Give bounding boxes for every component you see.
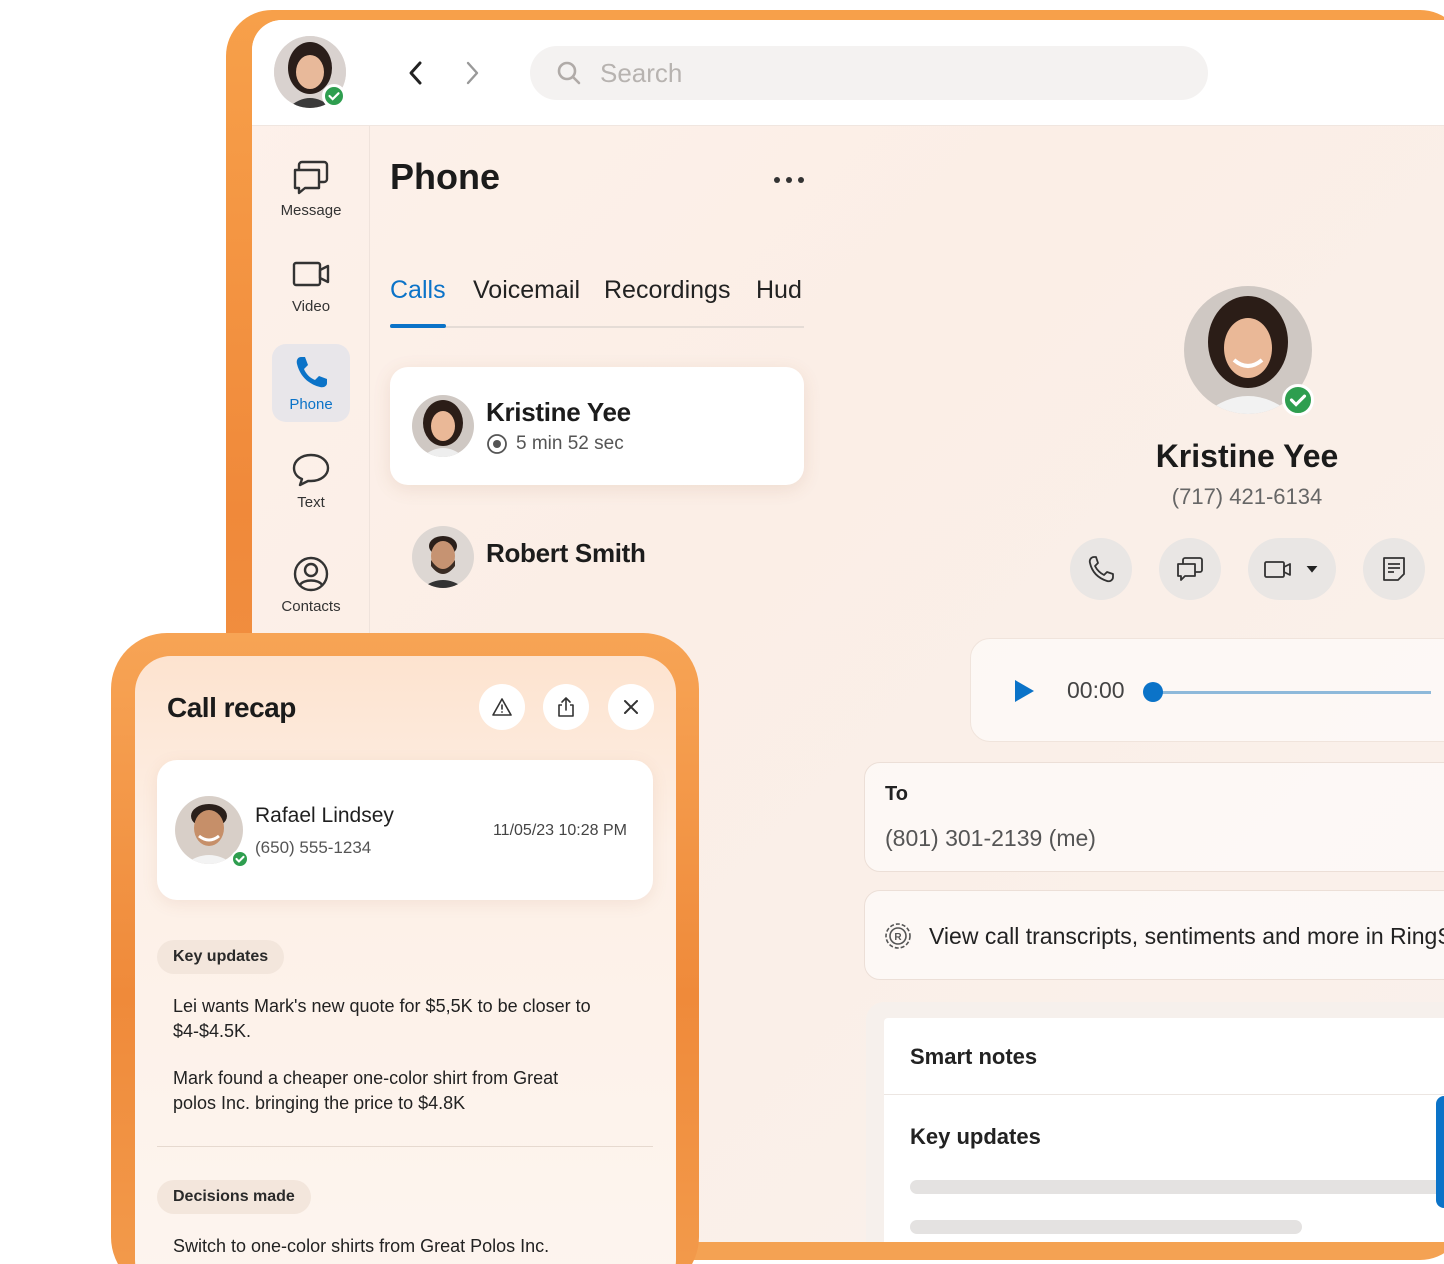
message-icon	[1177, 557, 1203, 581]
sidebar-item-label: Message	[280, 201, 342, 219]
divider	[884, 1094, 1444, 1095]
forward-arrow-icon[interactable]	[460, 58, 484, 88]
playback-thumb[interactable]	[1143, 682, 1163, 702]
call-list-item-selected[interactable]: Kristine Yee 5 min 52 sec	[390, 367, 804, 485]
user-online-status	[322, 84, 346, 108]
report-button[interactable]	[479, 684, 525, 730]
warning-icon	[492, 698, 512, 716]
tab-hud[interactable]: Hud	[756, 272, 802, 326]
phone-outline-icon	[1088, 556, 1114, 583]
decisions-badge: Decisions made	[157, 1180, 311, 1214]
call-recap-panel: Call recap Rafael Lindsey (650) 555-1234…	[135, 656, 676, 1264]
sidebar-item-contacts[interactable]: Contacts	[272, 546, 350, 624]
caller-avatar	[412, 526, 474, 588]
key-updates-badge: Key updates	[157, 940, 285, 974]
video-icon	[1264, 561, 1291, 578]
contact-name: Kristine Yee	[1155, 438, 1339, 474]
loading-placeholder-line	[910, 1180, 1444, 1194]
video-icon	[292, 261, 330, 286]
contacts-icon	[293, 556, 329, 591]
recap-call-datetime: 11/05/23 10:28 PM	[492, 822, 627, 839]
smart-notes-title: Smart notes	[910, 1044, 1038, 1069]
back-arrow-icon[interactable]	[404, 58, 428, 88]
sidebar-item-label: Text	[297, 493, 325, 511]
sidebar-item-phone[interactable]: Phone	[272, 344, 350, 422]
smart-notes-panel: Smart notes Key updates	[866, 1002, 1444, 1242]
message-button[interactable]	[1159, 538, 1221, 600]
recap-contact-card[interactable]: Rafael Lindsey (650) 555-1234 11/05/23 1…	[157, 760, 653, 900]
recording-player: 00:00	[970, 638, 1444, 742]
video-call-button[interactable]	[1248, 538, 1336, 600]
search-input[interactable]	[600, 54, 1160, 92]
caller-name: Kristine Yee	[486, 397, 631, 427]
text-bubble-icon	[292, 453, 330, 486]
sidebar-item-label: Contacts	[281, 597, 341, 615]
call-button[interactable]	[1070, 538, 1132, 600]
divider	[157, 1146, 653, 1147]
phone-tabs: Calls Voicemail Recordings Hud	[390, 272, 804, 328]
close-icon	[624, 700, 638, 714]
decision-text: Switch to one-color shirts from Great Po…	[173, 1236, 550, 1256]
recap-contact-phone: (650) 555-1234	[255, 838, 372, 857]
share-button[interactable]	[543, 684, 589, 730]
key-updates-title: Key updates	[910, 1124, 1041, 1149]
call-duration-text: 5 min 52 sec	[516, 433, 624, 454]
sidebar-item-text[interactable]: Text	[272, 442, 350, 520]
call-recap-title: Call recap	[167, 692, 296, 723]
caller-avatar	[412, 395, 474, 457]
top-bar	[252, 20, 1444, 126]
caller-name: Robert Smith	[486, 538, 646, 568]
playback-track[interactable]	[1151, 691, 1431, 694]
notes-button[interactable]	[1363, 538, 1425, 600]
loading-placeholder-line	[910, 1220, 1302, 1234]
share-icon	[558, 697, 574, 717]
sidebar-item-message[interactable]: Message	[272, 150, 350, 228]
call-duration: 5 min 52 sec	[486, 433, 624, 455]
sidebar-item-label: Phone	[289, 395, 333, 413]
to-label: To	[885, 783, 908, 805]
contact-online-status	[1282, 384, 1314, 416]
recap-contact-name: Rafael Lindsey	[255, 804, 394, 827]
playback-time: 00:00	[1067, 677, 1125, 703]
message-icon	[293, 160, 329, 194]
key-update-text: Mark found a cheaper one-color shirt fro…	[173, 1068, 559, 1113]
notes-icon	[1383, 557, 1405, 581]
record-duration-icon	[487, 434, 507, 454]
call-list-item[interactable]: Robert Smith	[390, 514, 804, 598]
key-update-text: Lei wants Mark's new quote for $5,5K to …	[173, 996, 591, 1041]
search-bar[interactable]	[530, 46, 1208, 100]
more-options-icon[interactable]	[772, 170, 806, 190]
search-icon	[557, 61, 581, 85]
ringsense-icon: R	[885, 923, 911, 949]
ringsense-link-text: View call transcripts, sentiments and mo…	[929, 923, 1444, 949]
to-field: To (801) 301-2139 (me)	[864, 762, 1444, 872]
contact-phone-number: (717) 421-6134	[1171, 484, 1323, 509]
svg-text:R: R	[894, 932, 902, 943]
play-icon[interactable]	[1013, 679, 1035, 703]
side-panel-tab[interactable]	[1436, 1096, 1444, 1208]
smart-notes-content: Smart notes Key updates	[884, 1018, 1444, 1242]
tab-recordings[interactable]: Recordings	[604, 272, 730, 326]
phone-icon	[296, 356, 327, 387]
ringsense-link[interactable]: R View call transcripts, sentiments and …	[864, 890, 1444, 980]
to-value: (801) 301-2139 (me)	[885, 825, 1096, 851]
page-title: Phone	[390, 156, 501, 197]
contact-online-status	[231, 850, 249, 868]
chevron-down-icon	[1306, 566, 1318, 573]
tab-calls[interactable]: Calls	[390, 272, 446, 328]
tab-voicemail[interactable]: Voicemail	[473, 272, 580, 326]
close-button[interactable]	[608, 684, 654, 730]
sidebar-item-video[interactable]: Video	[272, 246, 350, 324]
sidebar-item-label: Video	[291, 297, 331, 315]
